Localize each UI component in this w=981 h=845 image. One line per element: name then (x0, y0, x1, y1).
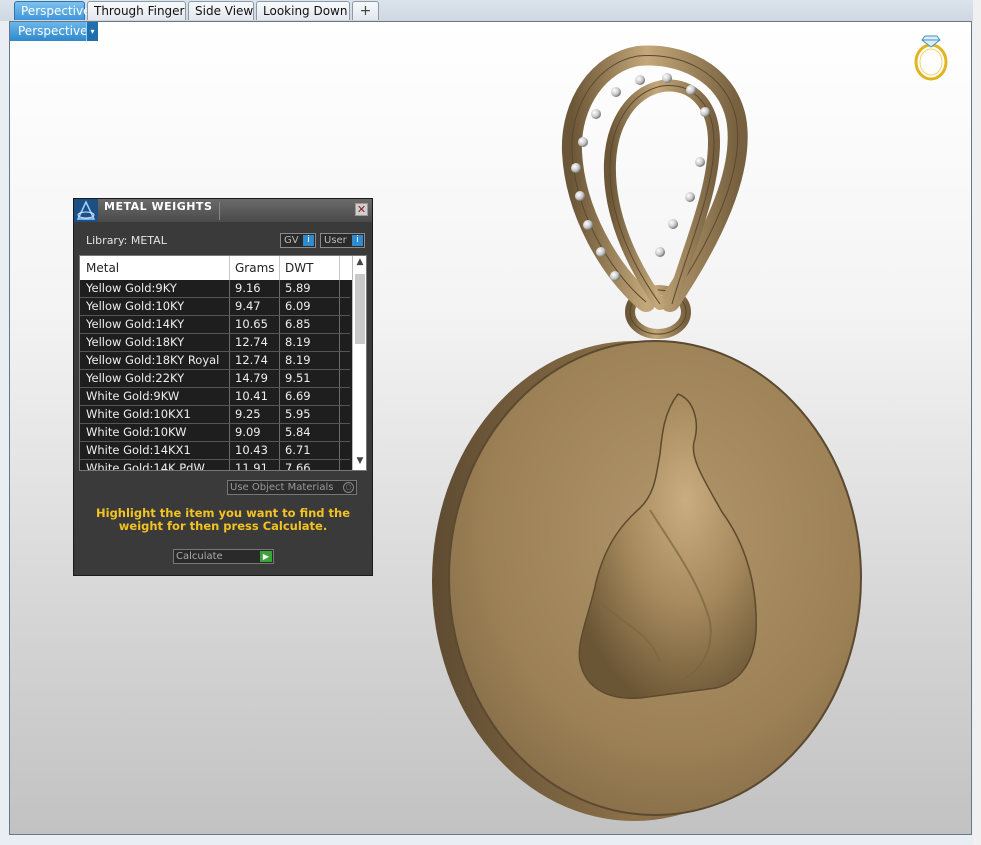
grams-cell: 9.09 (235, 425, 261, 439)
grams-cell: 11.91 (235, 461, 268, 471)
table-row[interactable]: White Gold:10KX1 9.25 5.95 (80, 406, 350, 424)
metal-cell: White Gold:14K PdW (86, 461, 205, 471)
table-row[interactable]: White Gold:14KX1 10.43 6.71 (80, 442, 350, 460)
metal-cell: White Gold:9KW (86, 389, 180, 403)
dwt-cell: 6.71 (285, 443, 311, 457)
dwt-cell: 5.95 (285, 407, 311, 421)
dwt-cell: 6.69 (285, 389, 311, 403)
table-row[interactable]: Yellow Gold:22KY 14.79 9.51 (80, 370, 350, 388)
table-row[interactable]: Yellow Gold:10KY 9.47 6.09 (80, 298, 350, 316)
table-scrollbar[interactable]: ▲ ▼ (352, 256, 366, 470)
dwt-cell: 6.09 (285, 299, 311, 313)
metal-cell: White Gold:14KX1 (86, 443, 191, 457)
info-icon: i (303, 235, 314, 246)
table-header: Metal Grams DWT (80, 256, 352, 280)
gv-label: GV (284, 235, 299, 246)
tab-perspective[interactable]: Perspective (14, 1, 91, 20)
add-tab-button[interactable]: + (352, 1, 379, 20)
dwt-cell: 8.19 (285, 335, 311, 349)
metal-cell: White Gold:10KX1 (86, 407, 191, 421)
panel-title-bar[interactable]: METAL WEIGHTS ✕ (74, 199, 372, 222)
scroll-up-icon[interactable]: ▲ (353, 257, 366, 267)
window-right-edge (973, 0, 981, 845)
metal-cell: Yellow Gold:9KY (86, 281, 177, 295)
grams-cell: 10.65 (235, 317, 268, 331)
metal-cell: Yellow Gold:14KY (86, 317, 185, 331)
user-toggle[interactable]: User i (320, 233, 365, 248)
table-row[interactable]: White Gold:10KW 9.09 5.84 (80, 424, 350, 442)
table-row[interactable]: Yellow Gold:14KY 10.65 6.85 (80, 316, 350, 334)
scroll-down-icon[interactable]: ▼ (353, 456, 366, 466)
table-row[interactable]: Yellow Gold:9KY 9.16 5.89 (80, 280, 350, 298)
metal-weights-panel: METAL WEIGHTS ✕ Library: METAL GV i User… (73, 198, 373, 576)
dwt-cell: 7.66 (285, 461, 311, 471)
grams-cell: 9.16 (235, 281, 261, 295)
table-row[interactable]: White Gold:9KW 10.41 6.69 (80, 388, 350, 406)
dwt-cell: 9.51 (285, 371, 311, 385)
column-header-grams[interactable]: Grams (235, 261, 275, 275)
panel-title: METAL WEIGHTS (104, 200, 213, 213)
user-label: User (324, 235, 347, 246)
grams-cell: 9.47 (235, 299, 261, 313)
instruction-text: Highlight the item you want to find the … (96, 506, 350, 533)
radio-icon[interactable]: ○ (343, 482, 354, 493)
view-mode-dropdown-arrow-icon[interactable]: ▾ (86, 22, 98, 41)
view-tab-bar: Perspective Through Finger Side View Loo… (0, 0, 981, 21)
column-header-dwt[interactable]: DWT (285, 261, 313, 275)
view-mode-dropdown[interactable]: Perspective (10, 22, 96, 41)
grams-cell: 10.43 (235, 443, 268, 457)
use-object-materials-label: Use Object Materials (230, 482, 334, 493)
grams-cell: 9.25 (235, 407, 261, 421)
table-row[interactable]: Yellow Gold:18KY Royal 12.74 8.19 (80, 352, 350, 370)
tab-through-finger[interactable]: Through Finger (87, 1, 186, 20)
table-row[interactable]: White Gold:14K PdW 11.91 7.66 (80, 460, 350, 471)
play-icon[interactable]: ▶ (260, 551, 272, 562)
scrollbar-thumb[interactable] (355, 274, 365, 344)
metal-cell: White Gold:10KW (86, 425, 187, 439)
tab-looking-down[interactable]: Looking Down (256, 1, 350, 20)
calculate-label: Calculate (176, 551, 223, 562)
app-logo-icon (74, 199, 98, 222)
library-label: Library: METAL (86, 234, 167, 247)
dwt-cell: 8.19 (285, 353, 311, 367)
grams-cell: 12.74 (235, 335, 268, 349)
tab-side-view[interactable]: Side View (188, 1, 254, 20)
metal-table[interactable]: Metal Grams DWT Yellow Gold:9KY 9.16 5.89 Y… (79, 255, 367, 471)
gv-toggle[interactable]: GV i (280, 233, 316, 248)
calculate-button[interactable]: Calculate ▶ (173, 549, 274, 564)
use-object-materials-option[interactable]: Use Object Materials ○ (227, 480, 357, 495)
close-icon[interactable]: ✕ (355, 203, 368, 216)
dwt-cell: 5.84 (285, 425, 311, 439)
ring-view-icon[interactable] (912, 30, 952, 84)
metal-cell: Yellow Gold:18KY Royal (86, 353, 220, 367)
info-icon: i (352, 235, 363, 246)
grams-cell: 12.74 (235, 353, 268, 367)
metal-cell: Yellow Gold:22KY (86, 371, 185, 385)
grams-cell: 10.41 (235, 389, 268, 403)
title-divider (219, 202, 220, 220)
table-row[interactable]: Yellow Gold:18KY 12.74 8.19 (80, 334, 350, 352)
dwt-cell: 5.89 (285, 281, 311, 295)
metal-cell: Yellow Gold:10KY (86, 299, 185, 313)
metal-cell: Yellow Gold:18KY (86, 335, 185, 349)
table-body: Yellow Gold:9KY 9.16 5.89 Yellow Gold:10KY 9… (80, 280, 350, 471)
dwt-cell: 6.85 (285, 317, 311, 331)
grams-cell: 14.79 (235, 371, 268, 385)
column-header-metal[interactable]: Metal (86, 261, 119, 275)
